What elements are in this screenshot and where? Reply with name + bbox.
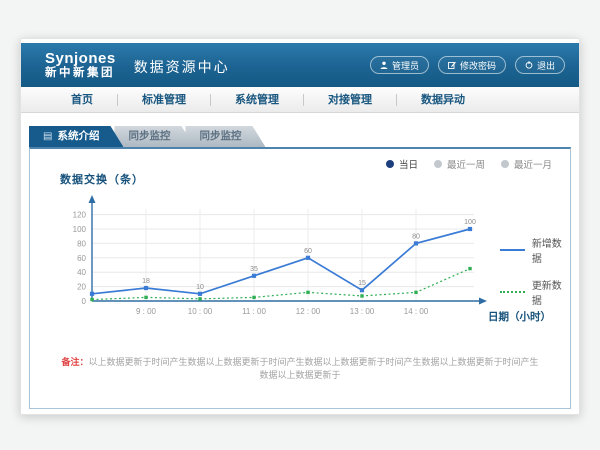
header: Synjones 新中新集团 数据资源中心 管理员 修改密码 退出 [21,43,579,87]
tab-system-intro[interactable]: ▤ 系统介绍 [29,126,123,147]
legend-item-update-data: 更新数据 [500,277,570,307]
tab-system-intro-label: 系统介绍 [57,126,99,147]
main-nav: 首页 标准管理 系统管理 对接管理 数据异动 [21,87,579,113]
svg-text:60: 60 [77,254,86,263]
radio-last-week[interactable]: 最近一周 [434,157,485,171]
svg-text:60: 60 [304,248,312,255]
svg-text:14 : 00: 14 : 00 [404,307,429,316]
tab-bar: ▤ 系统介绍 同步监控 同步监控 [29,126,579,147]
nav-item-data-change[interactable]: 数据异动 [397,87,489,113]
legend-line-dotted-icon [500,291,525,293]
radio-today[interactable]: 当日 [386,157,418,171]
nav-item-docking-management[interactable]: 对接管理 [304,87,396,113]
logout-button[interactable]: 退出 [515,56,565,74]
change-password-button[interactable]: 修改密码 [438,56,506,74]
svg-text:80: 80 [77,239,86,248]
radio-last-month[interactable]: 最近一月 [501,157,552,171]
radio-today-label: 当日 [399,157,418,171]
tab-sync-monitor-2[interactable]: 同步监控 [185,126,265,147]
radio-last-week-label: 最近一周 [447,157,485,171]
svg-text:100: 100 [73,225,87,234]
svg-text:13 : 00: 13 : 00 [350,307,375,316]
svg-text:40: 40 [77,268,86,277]
tab-sync-monitor-2-label: 同步监控 [199,126,241,147]
svg-text:11 : 00: 11 : 00 [242,307,266,316]
logo-en-text: Synjones [45,51,116,67]
svg-text:35: 35 [250,266,258,273]
time-range-filter: 当日 最近一周 最近一月 [386,157,552,171]
header-actions: 管理员 修改密码 退出 [370,56,565,74]
document-icon: ▤ [43,132,52,142]
logout-label: 退出 [537,59,555,72]
legend-line-solid-icon [500,249,525,251]
svg-text:80: 80 [412,233,420,240]
change-password-label: 修改密码 [460,59,496,72]
edit-icon [448,61,456,69]
user-icon [380,61,388,69]
svg-text:15: 15 [358,280,366,287]
legend-update-data-label: 更新数据 [532,277,570,307]
legend-item-new-data: 新增数据 [500,235,570,265]
radio-unselected-icon [434,160,442,168]
admin-user-label: 管理员 [392,59,419,72]
svg-text:9 : 00: 9 : 00 [136,307,157,316]
chart-legend: 新增数据 更新数据 [500,235,570,319]
logo-cn-text: 新中新集团 [45,67,116,79]
footnote-prefix: 备注： [61,357,88,367]
nav-item-system-management[interactable]: 系统管理 [211,87,303,113]
app-window: Synjones 新中新集团 数据资源中心 管理员 修改密码 退出 [20,38,580,415]
tab-sync-monitor-1[interactable]: 同步监控 [114,126,194,147]
nav-item-standard-management[interactable]: 标准管理 [118,87,210,113]
legend-new-data-label: 新增数据 [532,235,570,265]
svg-text:12 : 00: 12 : 00 [296,307,321,316]
footnote: 备注：以上数据更新于时间产生数据以上数据更新于时间产生数据以上数据更新于时间产生… [30,355,570,381]
radio-unselected-icon [501,160,509,168]
footnote-text: 以上数据更新于时间产生数据以上数据更新于时间产生数据以上数据更新于时间产生数据以… [89,357,539,380]
svg-text:20: 20 [77,283,86,292]
tab-sync-monitor-1-label: 同步监控 [128,126,170,147]
svg-text:18: 18 [142,278,150,285]
line-chart: 0 20 40 60 80 100 120 9 : 00 10 : 00 11 : 00 12 : … [54,189,504,321]
svg-text:120: 120 [73,211,87,220]
radio-last-month-label: 最近一月 [514,157,552,171]
company-logo: Synjones 新中新集团 [45,51,116,79]
y-axis-title: 数据交换（条） [60,171,144,187]
svg-text:10: 10 [196,284,204,291]
svg-text:10 : 00: 10 : 00 [188,307,213,316]
page-title: 数据资源中心 [134,57,230,77]
chart-panel: 当日 最近一周 最近一月 数据交换（条） 0 20 40 60 80 100 120 9 : … [29,147,571,409]
svg-text:0: 0 [82,297,87,306]
svg-text:100: 100 [464,219,476,226]
nav-item-home[interactable]: 首页 [47,87,117,113]
radio-selected-icon [386,160,394,168]
power-icon [525,61,533,69]
admin-user-button[interactable]: 管理员 [370,56,429,74]
